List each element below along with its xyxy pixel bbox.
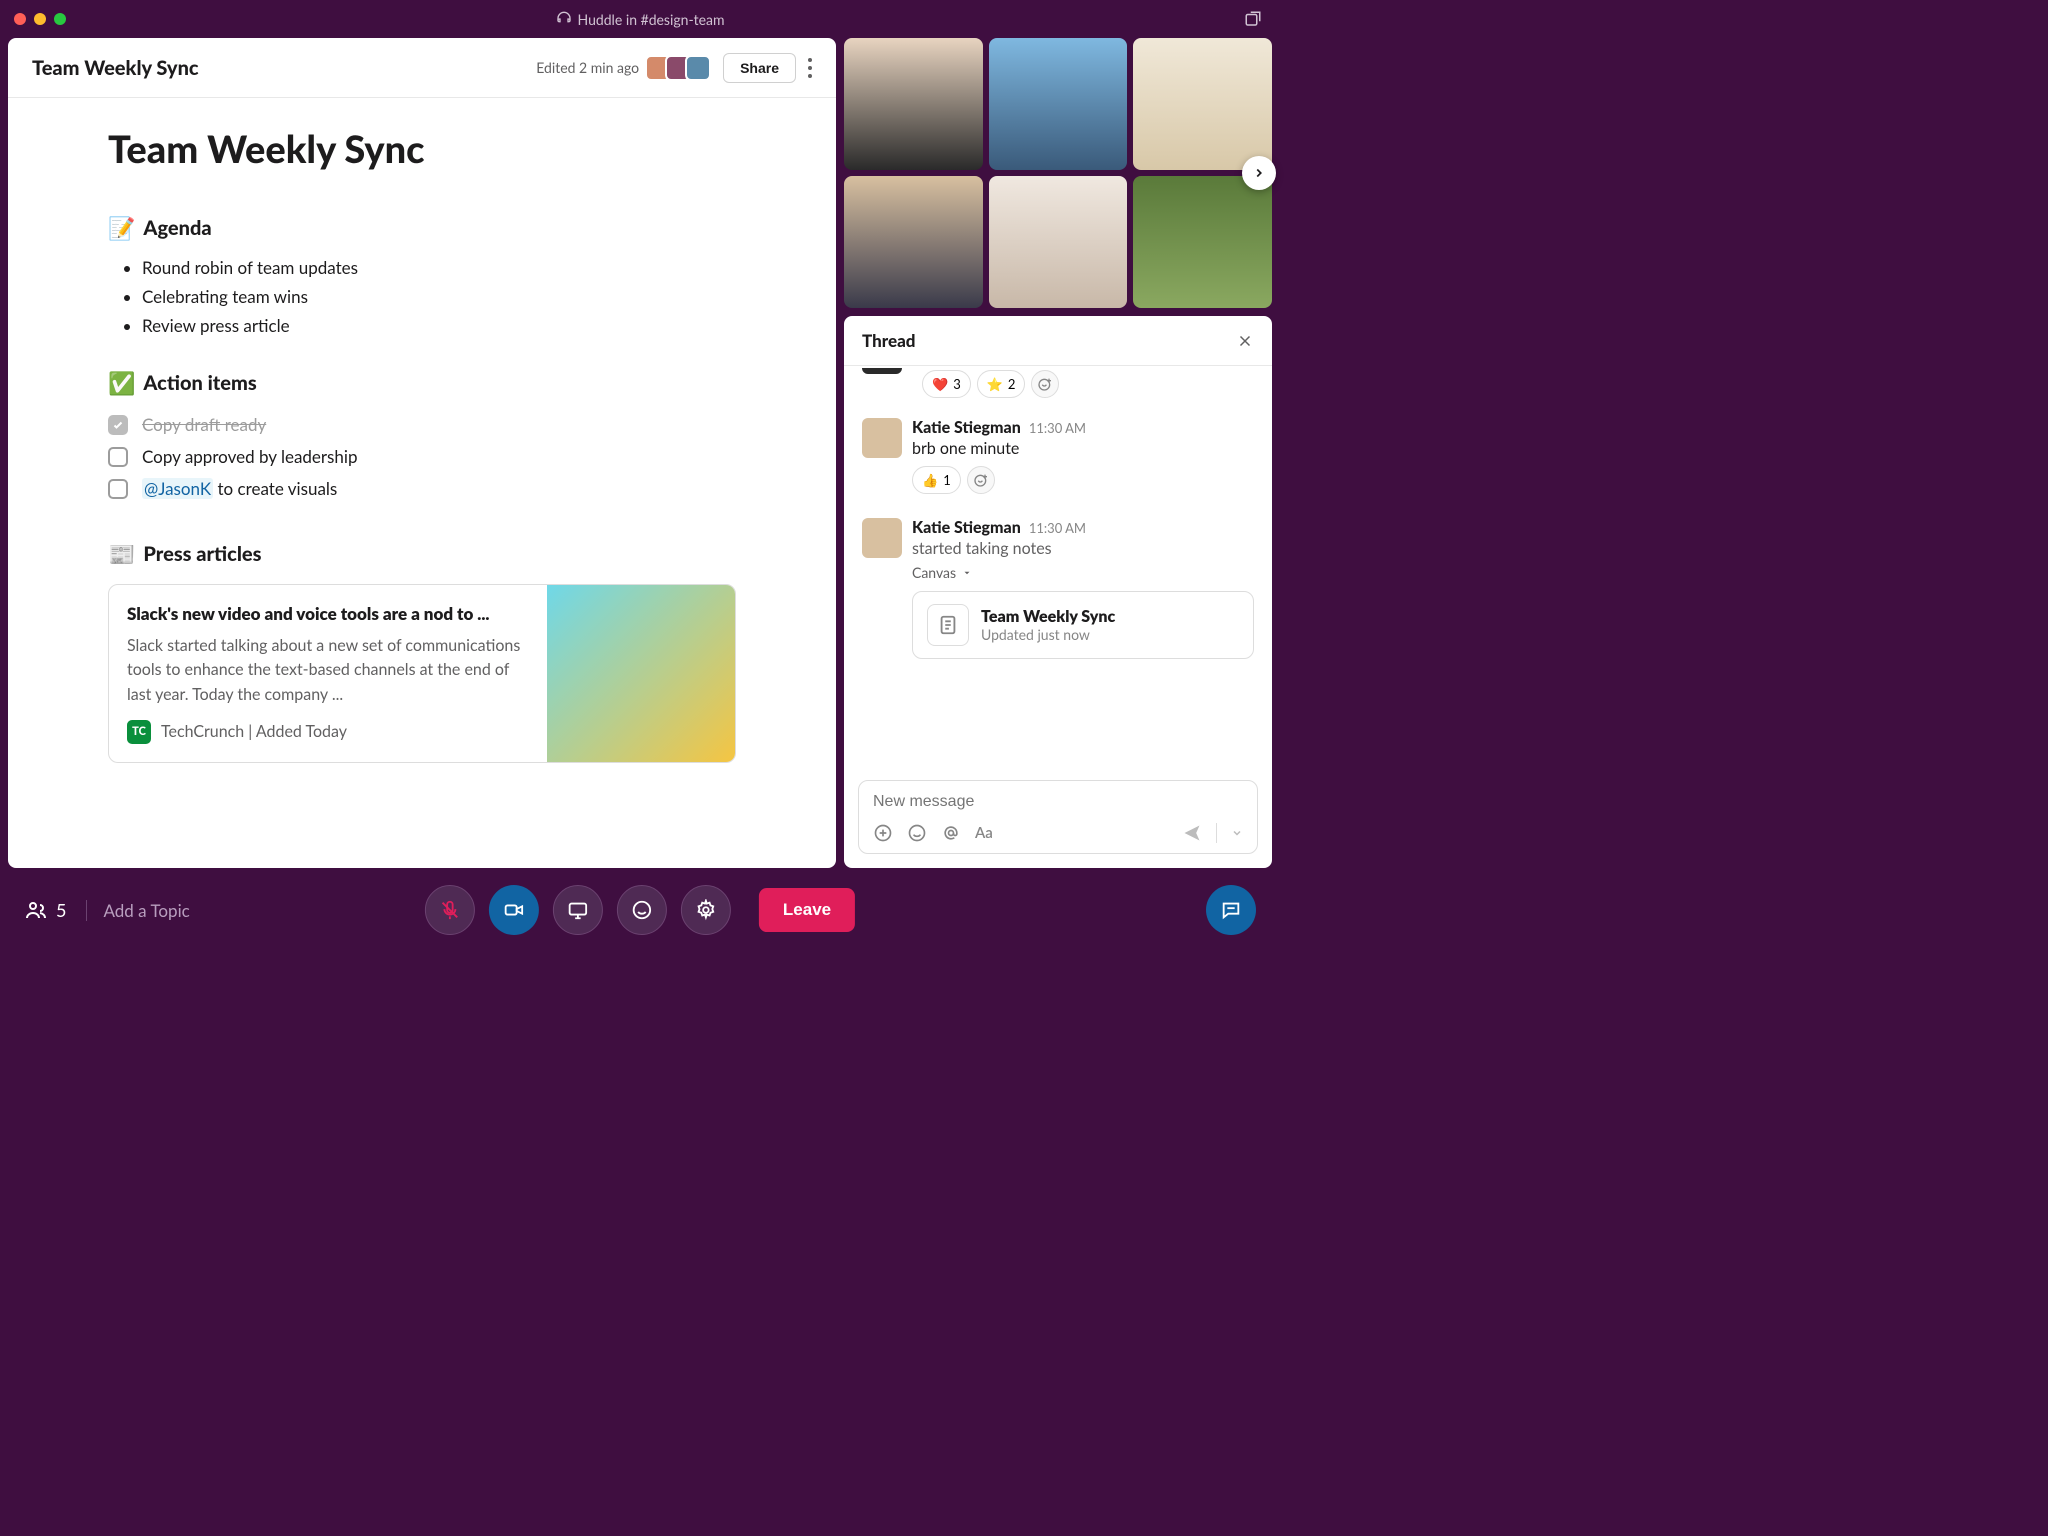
- avatar[interactable]: [862, 418, 902, 458]
- press-card-title: Slack's new video and voice tools are a …: [127, 603, 529, 624]
- share-button[interactable]: Share: [723, 53, 796, 83]
- agenda-list: Round robin of team updates Celebrating …: [108, 254, 736, 341]
- doc-title[interactable]: Team Weekly Sync: [108, 126, 736, 172]
- message-input[interactable]: [873, 793, 1243, 811]
- add-reaction-button[interactable]: [1031, 370, 1059, 398]
- press-card-source: TC TechCrunch | Added Today: [127, 720, 529, 744]
- reaction-pill[interactable]: ❤️ 3: [922, 370, 971, 398]
- more-menu-button[interactable]: [808, 58, 812, 78]
- action-list: Copy draft ready Copy approved by leader…: [108, 409, 736, 506]
- popout-icon[interactable]: [1244, 10, 1262, 28]
- message-text: brb one minute: [912, 439, 1254, 458]
- video-tile[interactable]: [844, 38, 983, 170]
- leave-button[interactable]: Leave: [759, 888, 855, 932]
- topic-input[interactable]: Add a Topic: [86, 900, 189, 921]
- close-thread-button[interactable]: [1236, 332, 1254, 350]
- avatar: [685, 55, 711, 81]
- mute-button[interactable]: [425, 885, 475, 935]
- canvas-card[interactable]: Team Weekly Sync Updated just now: [912, 591, 1254, 659]
- canvas-dropdown[interactable]: Canvas: [912, 564, 1254, 581]
- checkbox[interactable]: [108, 415, 128, 435]
- headphones-icon: [556, 11, 572, 27]
- action-item[interactable]: Copy draft ready: [108, 409, 736, 441]
- send-button[interactable]: [1182, 823, 1202, 843]
- check-icon: ✅: [108, 369, 135, 397]
- emoji-button[interactable]: [907, 823, 927, 843]
- memo-icon: 📝: [108, 214, 135, 242]
- share-screen-button[interactable]: [553, 885, 603, 935]
- send-options-button[interactable]: [1231, 827, 1243, 839]
- video-grid: [844, 38, 1272, 308]
- thread-body: You rock pedro! Thank you! ❤️ 3 ⭐ 2: [844, 366, 1272, 770]
- thread-header: Thread: [844, 316, 1272, 366]
- avatar: [862, 368, 902, 374]
- action-items-heading[interactable]: ✅ Action items: [108, 369, 736, 397]
- canvas-header: Team Weekly Sync Edited 2 min ago Share: [8, 38, 836, 98]
- huddle-controls-bar: 5 Add a Topic Leave: [0, 868, 1280, 952]
- user-mention[interactable]: @JasonK: [142, 478, 213, 499]
- message-time: 11:30 AM: [1029, 520, 1086, 536]
- mention-button[interactable]: [941, 823, 961, 843]
- techcrunch-icon: TC: [127, 720, 151, 744]
- canvas-card-subtitle: Updated just now: [981, 626, 1115, 643]
- action-item[interactable]: @JasonK to create visuals: [108, 473, 736, 505]
- checkbox[interactable]: [108, 479, 128, 499]
- press-card-desc: Slack started talking about a new set of…: [127, 634, 529, 708]
- maximize-window-icon[interactable]: [54, 13, 66, 25]
- canvas-card-title: Team Weekly Sync: [981, 607, 1115, 626]
- reactions-bar: 👍 1: [912, 466, 1254, 494]
- thread-toggle-button[interactable]: [1206, 885, 1256, 935]
- canvas-edited-label: Edited 2 min ago: [536, 59, 639, 76]
- reactions-button[interactable]: [617, 885, 667, 935]
- press-card-image: [547, 585, 735, 762]
- video-button[interactable]: [489, 885, 539, 935]
- message-composer[interactable]: Aa: [858, 780, 1258, 854]
- participants-count[interactable]: 5: [24, 898, 66, 922]
- add-reaction-button[interactable]: [967, 466, 995, 494]
- reaction-pill[interactable]: ⭐ 2: [977, 370, 1026, 398]
- titlebar: Huddle in #design-team: [0, 0, 1280, 38]
- press-heading[interactable]: 📰 Press articles: [108, 540, 736, 568]
- video-tile[interactable]: [1133, 38, 1272, 170]
- message-author[interactable]: Katie Stiegman: [912, 418, 1021, 437]
- close-window-icon[interactable]: [14, 13, 26, 25]
- minimize-window-icon[interactable]: [34, 13, 46, 25]
- list-item[interactable]: Review press article: [142, 312, 736, 341]
- reactions-bar: ❤️ 3 ⭐ 2: [922, 370, 1254, 398]
- newspaper-icon: 📰: [108, 540, 135, 568]
- avatar-stack[interactable]: [651, 55, 711, 81]
- message-author[interactable]: Katie Stiegman: [912, 518, 1021, 537]
- action-item[interactable]: Copy approved by leadership: [108, 441, 736, 473]
- format-button[interactable]: Aa: [975, 824, 993, 842]
- video-tile[interactable]: [989, 176, 1128, 308]
- reaction-pill[interactable]: 👍 1: [912, 466, 961, 494]
- add-attachment-button[interactable]: [873, 823, 893, 843]
- canvas-pane: Team Weekly Sync Edited 2 min ago Share …: [8, 38, 836, 868]
- press-card[interactable]: Slack's new video and voice tools are a …: [108, 584, 736, 763]
- message-time: 11:30 AM: [1029, 420, 1086, 436]
- video-tile[interactable]: [844, 176, 983, 308]
- video-tile[interactable]: [1133, 176, 1272, 308]
- checkbox[interactable]: [108, 447, 128, 467]
- message: Katie Stiegman 11:30 AM started taking n…: [862, 510, 1254, 667]
- canvas-header-title: Team Weekly Sync: [32, 56, 536, 80]
- titlebar-title: Huddle in #design-team: [578, 11, 725, 28]
- list-item[interactable]: Round robin of team updates: [142, 254, 736, 283]
- canvas-body: Team Weekly Sync 📝 Agenda Round robin of…: [8, 98, 836, 868]
- document-icon: [927, 604, 969, 646]
- next-page-button[interactable]: [1242, 156, 1276, 190]
- message: Katie Stiegman 11:30 AM brb one minute 👍…: [862, 410, 1254, 502]
- thread-pane: Thread You rock pedro! Thank you! ❤️ 3: [844, 316, 1272, 868]
- settings-button[interactable]: [681, 885, 731, 935]
- agenda-heading[interactable]: 📝 Agenda: [108, 214, 736, 242]
- thread-title: Thread: [862, 330, 915, 351]
- video-tile[interactable]: [989, 38, 1128, 170]
- window-controls: [14, 13, 66, 25]
- avatar[interactable]: [862, 518, 902, 558]
- message-text: started taking notes: [912, 539, 1254, 558]
- list-item[interactable]: Celebrating team wins: [142, 283, 736, 312]
